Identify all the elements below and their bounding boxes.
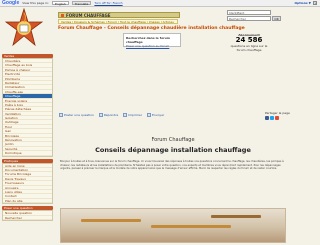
twitter-icon[interactable] [270, 116, 274, 120]
language-select[interactable]: English [51, 0, 69, 6]
question-counter: Abonnement 24 586 questions en ligne sur… [226, 33, 272, 52]
post-icon [59, 113, 63, 117]
view-label: View this page in: [22, 1, 49, 5]
site-logo[interactable] [3, 7, 45, 48]
close-icon[interactable]: × [313, 1, 317, 5]
page-subtitle: Forum Chauffage - Conseils dépannage cha… [58, 26, 245, 31]
sidebar-list-pratiques: Aide en ligne Documentation Forums Bricola… [2, 162, 53, 205]
post-label: Poster une question [64, 113, 94, 117]
print-icon [123, 113, 128, 117]
sidebar: Ventes Chaudière Chauffage au bois Pompe à… [2, 54, 53, 221]
site-title: FORUM CHAUFFAGE [66, 12, 111, 18]
page-heading: Conseils dépannage installation chauffag… [95, 146, 251, 154]
top-nav[interactable]: Ventes | Dossiers & Schémas | Forum | To… [58, 19, 178, 24]
sidebar-item[interactable]: Domotique [3, 151, 52, 156]
google-logo: Google [2, 0, 20, 6]
promo-box[interactable]: Recherchez dans le forum chauffage Poser… [123, 33, 181, 48]
sidebar-question-item[interactable]: Rechercher [3, 216, 52, 220]
sidebar-list-question: Nouvelle question Rechercher [2, 210, 53, 221]
reply-button[interactable]: Répondre [98, 113, 119, 117]
search-input[interactable]: Rechercher [227, 16, 271, 21]
pipe-shape [81, 219, 141, 222]
turn-off-link[interactable]: Turn off for: French [94, 1, 122, 5]
counter-caption: questions en ligne sur le forum chauffag… [230, 44, 268, 52]
promo-line-2[interactable]: Poser une question au forum [126, 44, 178, 48]
reply-icon [98, 113, 103, 117]
googleplus-icon[interactable] [275, 116, 279, 120]
print-label: Imprimer [128, 113, 143, 117]
site-title-bar: FORUM CHAUFFAGE [58, 12, 180, 18]
sidebar-pratiques-item[interactable]: Plan du site [3, 199, 52, 204]
translate-bar: Google View this page in: English Transl… [0, 0, 320, 7]
pipe-shape [211, 215, 261, 218]
bullet-icon [61, 13, 64, 17]
print-button[interactable]: Imprimer [123, 113, 142, 117]
share-label: Partager la page [265, 111, 290, 115]
mail-icon [147, 113, 152, 117]
page-title: Forum Chauffage [151, 137, 195, 143]
intro-paragraph: Bonjour à toutes et à tous, bienvenue su… [60, 160, 284, 171]
translate-button[interactable]: Translate [71, 0, 92, 6]
login-field-value: Identifiant [229, 11, 245, 15]
send-button[interactable]: Envoyer [147, 113, 164, 117]
sidebar-list: Chaudière Chauffage au bois Pompe à chaleu… [2, 58, 53, 157]
forum-toolbar: Poster une question Répondre Imprimer En… [59, 112, 209, 118]
post-question-button[interactable]: Poster une question [59, 113, 94, 117]
header-photo [60, 208, 286, 243]
options-menu[interactable]: Options ▼ [295, 1, 312, 5]
send-label: Envoyer [152, 113, 165, 117]
pipe-shape [151, 225, 231, 228]
search-input-value: Rechercher [229, 17, 246, 21]
login-field[interactable]: Identifiant [227, 10, 271, 15]
share-box: Partager la page [265, 111, 293, 121]
search-button[interactable]: OK [272, 16, 281, 21]
reply-label: Répondre [103, 113, 119, 117]
promo-line-1: Recherchez dans le forum chauffage [126, 36, 170, 44]
counter-value: 24 586 [235, 36, 263, 44]
facebook-icon[interactable] [265, 116, 269, 120]
